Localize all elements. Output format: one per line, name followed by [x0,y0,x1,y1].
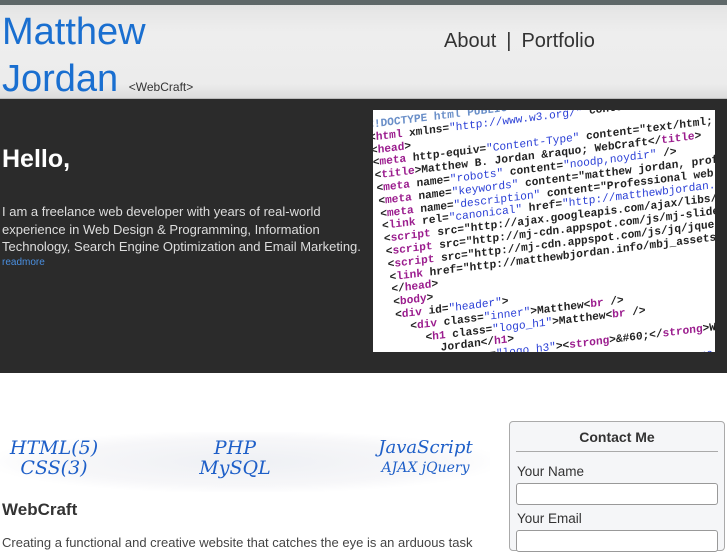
section-heading: WebCraft [2,500,78,519]
readmore-link[interactable]: readmore [2,257,45,268]
skill-line: AJAX jQuery [381,460,470,476]
contact-title: Contact Me [516,429,718,452]
skill-line: JavaScript [378,437,473,458]
skills-banner: HTML(5) CSS(3) PHP MySQL JavaScript AJAX jQ… [0,432,490,492]
skill-line: MySQL [199,457,271,479]
name-input[interactable] [516,483,718,505]
header: Matthew Jordan <WebCraft> About | Portfo… [0,5,727,100]
skill-line: CSS(3) [20,457,88,479]
hero-section: Hello, I am a freelance web developer wi… [0,99,727,373]
code-screenshot-image: <!DOCTYPE html PUBLIC "-//W3C//DTD <html … [373,110,715,352]
skill-line: PHP [213,437,257,459]
skill-html-css: HTML(5) CSS(3) [4,438,104,478]
main-nav: About | Portfolio [444,30,595,53]
hero-title: Hello, [2,145,71,173]
skill-php-mysql: PHP MySQL [190,438,280,478]
email-label: Your Email [517,511,582,526]
email-input[interactable] [516,530,718,552]
hero-intro: I am a freelance web developer with year… [2,204,361,254]
nav-separator: | [506,30,512,52]
section-paragraph: Creating a functional and creative websi… [2,535,473,550]
logo-tag: <WebCraft> [128,80,194,94]
name-label: Your Name [517,464,585,479]
skill-js: JavaScript AJAX jQuery [368,438,483,478]
logo-line1[interactable]: Matthew [2,10,146,54]
nav-portfolio[interactable]: Portfolio [521,30,594,53]
contact-form: Contact Me Your Name Your Email [509,421,725,552]
logo-name: Jordan [2,58,119,100]
code-text: <!DOCTYPE html PUBLIC "-//W3C//DTD <html … [373,110,715,352]
nav-about[interactable]: About [444,30,496,53]
skill-line: HTML(5) [9,437,99,459]
